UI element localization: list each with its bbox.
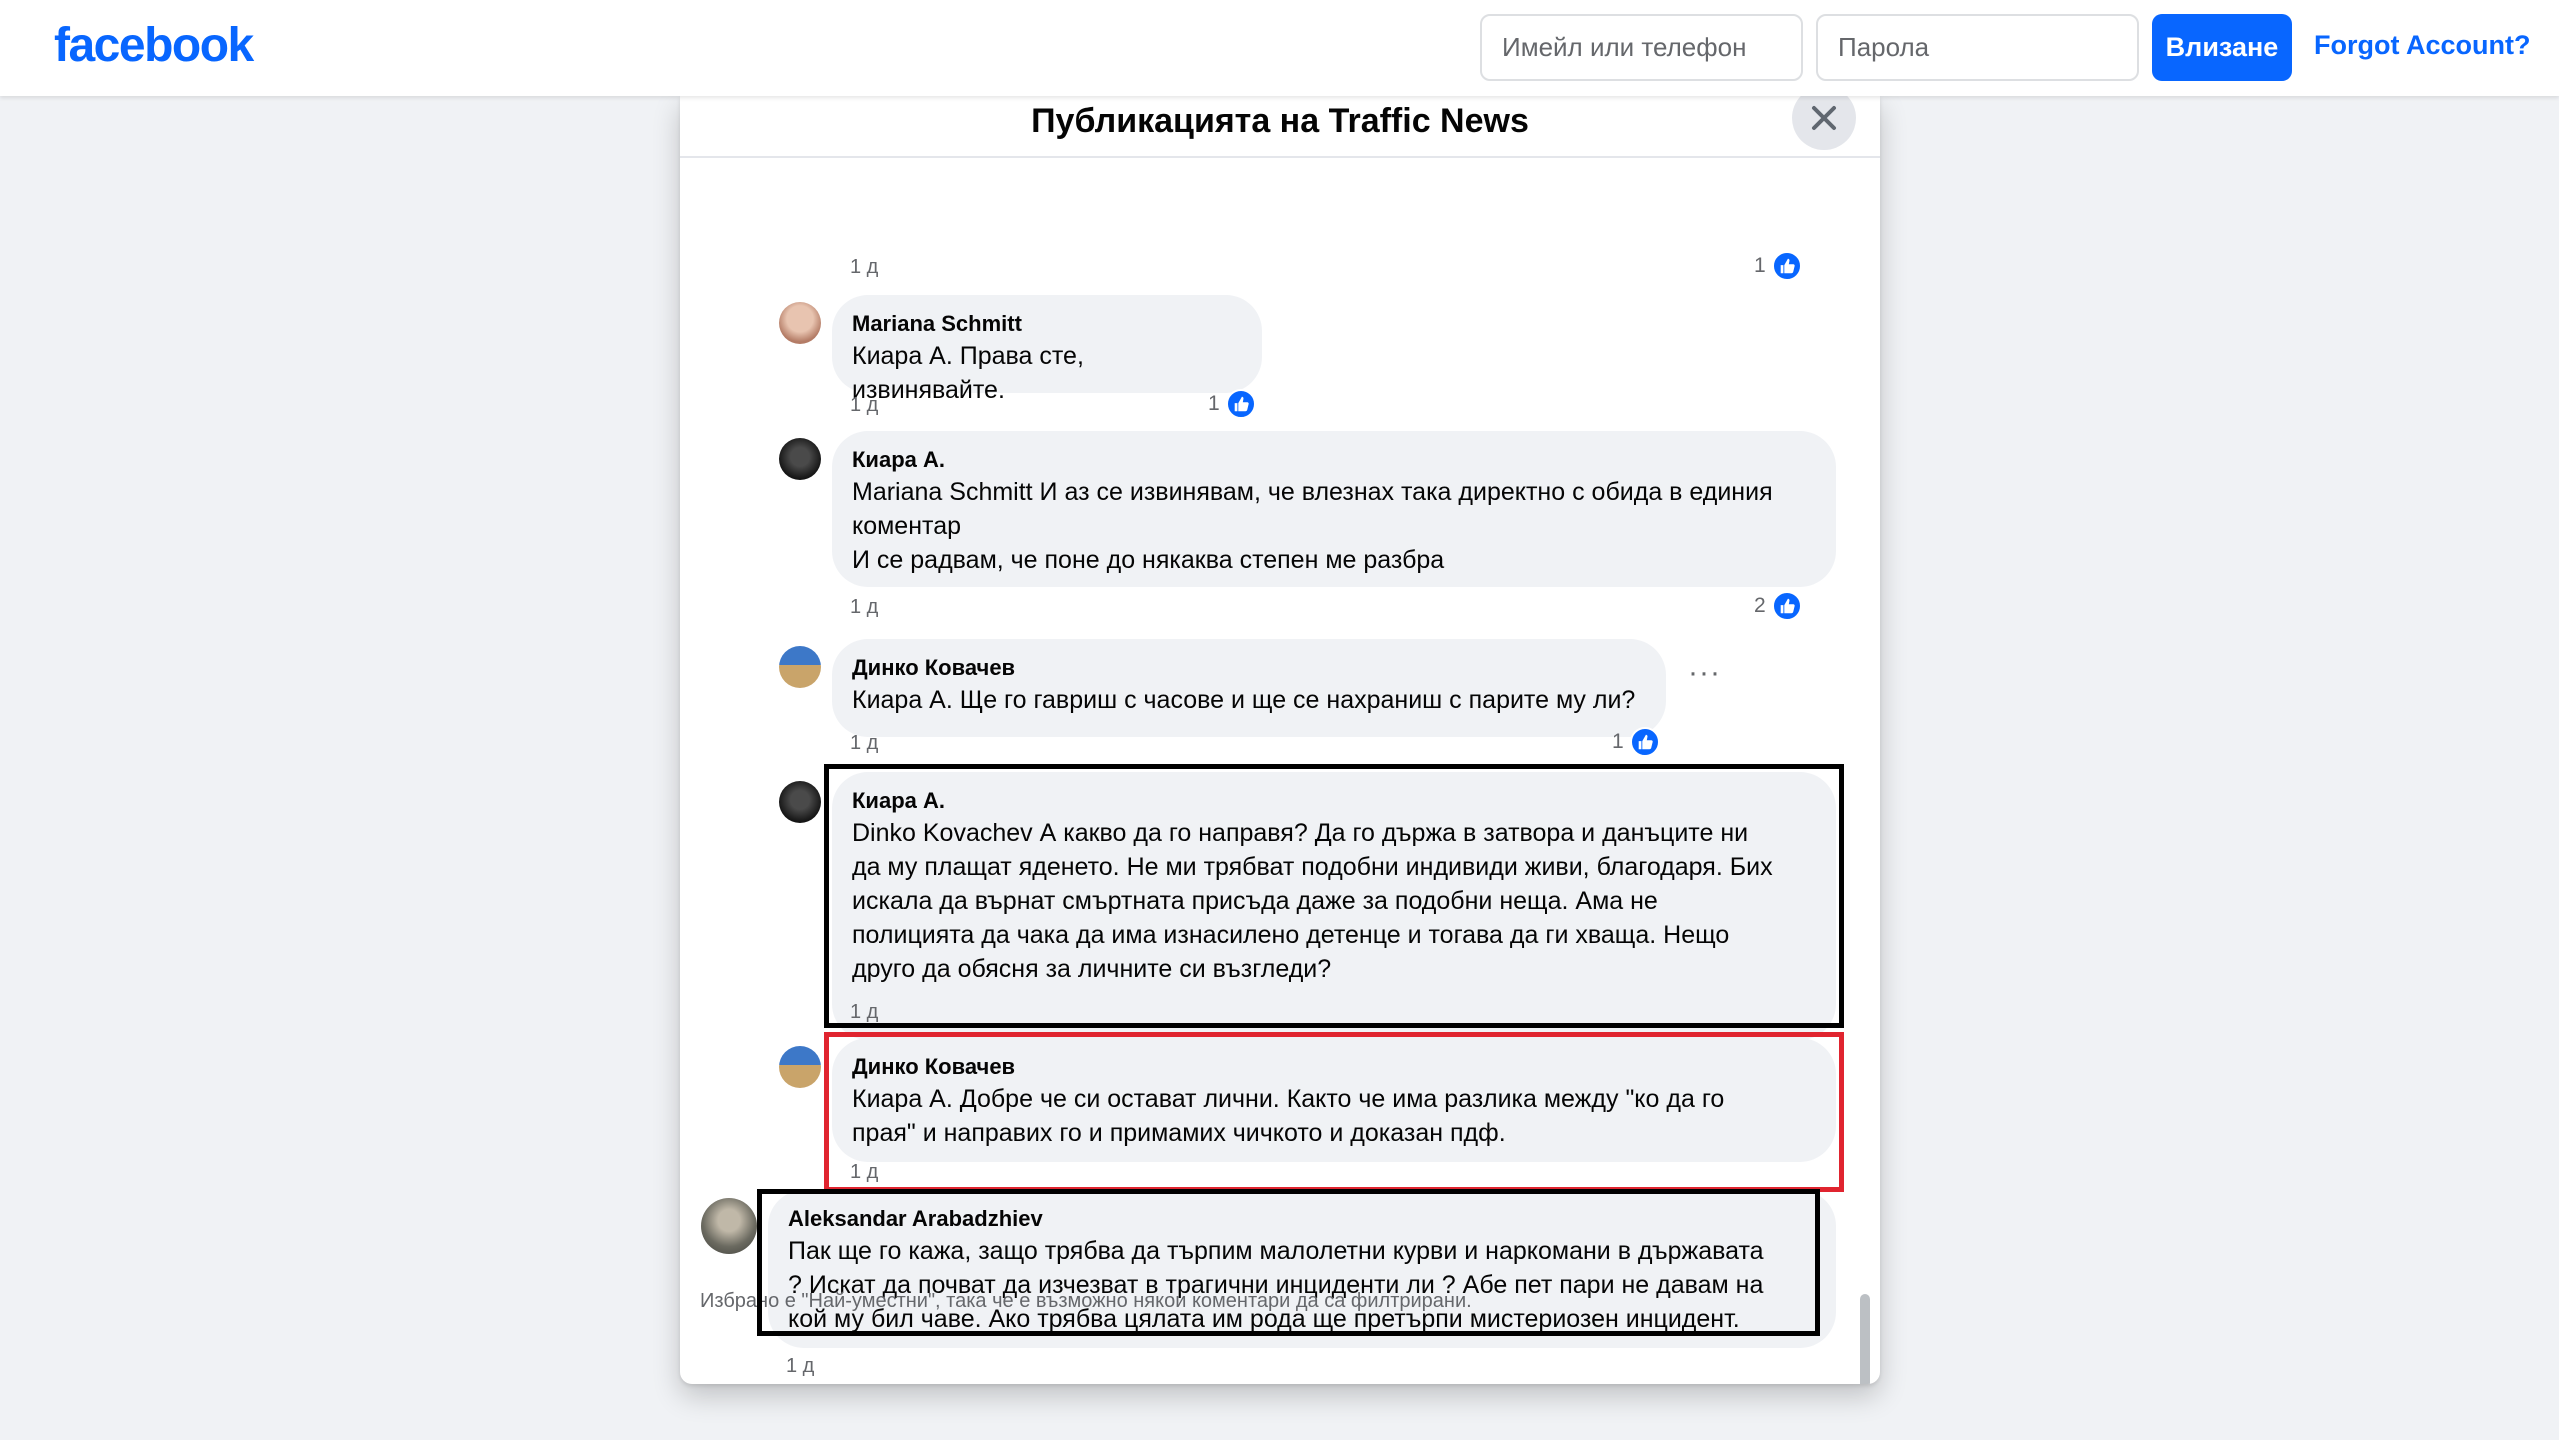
reaction-count[interactable]: 1 <box>1208 389 1256 419</box>
avatar[interactable] <box>779 302 821 344</box>
like-icon <box>1771 251 1802 281</box>
comment-time[interactable]: 1 д <box>850 255 878 279</box>
like-count: 1 <box>1208 392 1220 415</box>
comment-author[interactable]: Киара А. <box>852 445 1816 475</box>
reaction-count[interactable]: 1 <box>1612 727 1660 757</box>
more-options-icon[interactable]: ··· <box>1688 656 1721 690</box>
highlight-box <box>757 1189 1820 1336</box>
comment-bubble: Динко Ковачев Киара А. Ще го гавриш с ча… <box>832 639 1666 737</box>
reaction-count[interactable]: 1 <box>1754 251 1802 281</box>
forgot-account-link[interactable]: Forgot Account? <box>2314 30 2530 61</box>
comment-time[interactable]: 1 д <box>786 1354 814 1378</box>
avatar[interactable] <box>779 1046 821 1088</box>
comment-author[interactable]: Mariana Schmitt <box>852 309 1242 339</box>
like-icon <box>1771 591 1802 621</box>
close-button[interactable] <box>1792 96 1856 150</box>
password-input[interactable] <box>1816 14 2139 81</box>
avatar[interactable] <box>701 1198 757 1254</box>
comment-text: Киара А. Ще го гавриш с часове и ще се н… <box>852 686 1636 714</box>
like-count: 2 <box>1754 594 1766 617</box>
scrollbar-thumb[interactable] <box>1860 1294 1870 1384</box>
comment-time[interactable]: 1 д <box>850 731 878 755</box>
comment-time[interactable]: 1 д <box>850 393 878 417</box>
avatar[interactable] <box>779 646 821 688</box>
comment-text: Mariana Schmitt И аз се извинявам, че вл… <box>852 478 1773 574</box>
comment-text: Киара А. Права сте, извинявайте. <box>852 342 1084 404</box>
top-navigation-bar: facebook Влизане Forgot Account? <box>0 0 2559 96</box>
like-count: 1 <box>1612 730 1624 753</box>
like-icon <box>1629 727 1660 757</box>
reaction-count[interactable]: 2 <box>1754 591 1802 621</box>
highlight-box <box>824 1032 1844 1192</box>
comment-bubble: Mariana Schmitt Киара А. Права сте, изви… <box>832 295 1262 404</box>
email-input[interactable] <box>1480 14 1803 81</box>
comment-time[interactable]: 1 д <box>850 595 878 619</box>
close-icon <box>1812 106 1836 130</box>
comments-list[interactable]: 1 д 1 Mariana Schmitt Киара А. Права сте… <box>680 158 1880 1384</box>
avatar[interactable] <box>779 438 821 480</box>
dialog-header: Публикацията на Traffic News <box>680 96 1880 158</box>
highlight-box <box>824 764 1844 1028</box>
like-count: 1 <box>1754 254 1766 277</box>
login-button[interactable]: Влизане <box>2152 14 2292 81</box>
post-dialog: Публикацията на Traffic News 1 д 1 Maria… <box>680 96 1880 1384</box>
comment-bubble: Киара А. Mariana Schmitt И аз се извиняв… <box>832 431 1836 587</box>
comment-author[interactable]: Динко Ковачев <box>852 653 1646 683</box>
facebook-logo[interactable]: facebook <box>54 18 254 73</box>
like-icon <box>1225 389 1256 419</box>
avatar[interactable] <box>779 781 821 823</box>
dialog-title: Публикацията на Traffic News <box>1031 102 1529 140</box>
